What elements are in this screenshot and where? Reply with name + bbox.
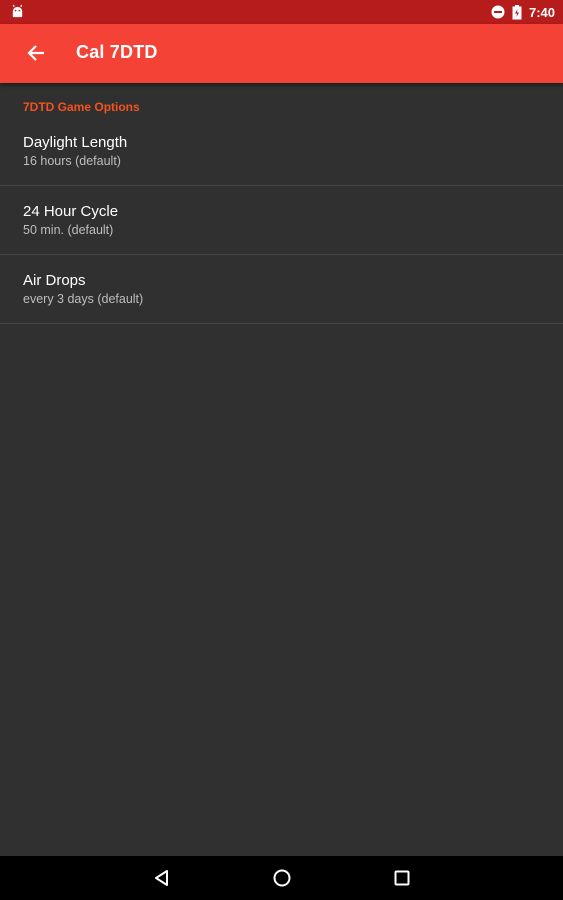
recents-square-icon (394, 870, 410, 886)
preference-summary: 16 hours (default) (23, 154, 121, 168)
preference-category-header: 7DTD Game Options (23, 100, 140, 114)
navigation-bar (0, 856, 563, 900)
android-icon (12, 4, 23, 18)
app-bar: Cal 7DTD (0, 24, 563, 83)
arrow-back-icon (27, 45, 44, 61)
preference-title: Daylight Length (23, 134, 128, 151)
preference-title: 24 Hour Cycle (23, 203, 119, 220)
back-button[interactable] (18, 35, 54, 71)
nav-recents-button[interactable] (387, 863, 417, 893)
preference-daylight-length[interactable]: Daylight Length 16 hours (default) (0, 117, 563, 186)
preference-24-hour-cycle[interactable]: 24 Hour Cycle 50 min. (default) (0, 186, 563, 255)
battery-icon (512, 4, 522, 19)
app-title: Cal 7DTD (76, 42, 158, 62)
back-triangle-icon (155, 870, 168, 886)
preference-air-drops[interactable]: Air Drops every 3 days (default) (0, 255, 563, 324)
status-time: 7:40 (528, 4, 555, 20)
do-not-disturb-icon (491, 5, 505, 19)
home-circle-icon (273, 869, 291, 887)
status-bar: 7:40 (0, 0, 563, 24)
preference-title: Air Drops (23, 272, 86, 289)
nav-back-button[interactable] (147, 863, 177, 893)
preference-summary: every 3 days (default) (23, 292, 144, 306)
preference-summary: 50 min. (default) (23, 223, 114, 237)
nav-home-button[interactable] (267, 863, 297, 893)
